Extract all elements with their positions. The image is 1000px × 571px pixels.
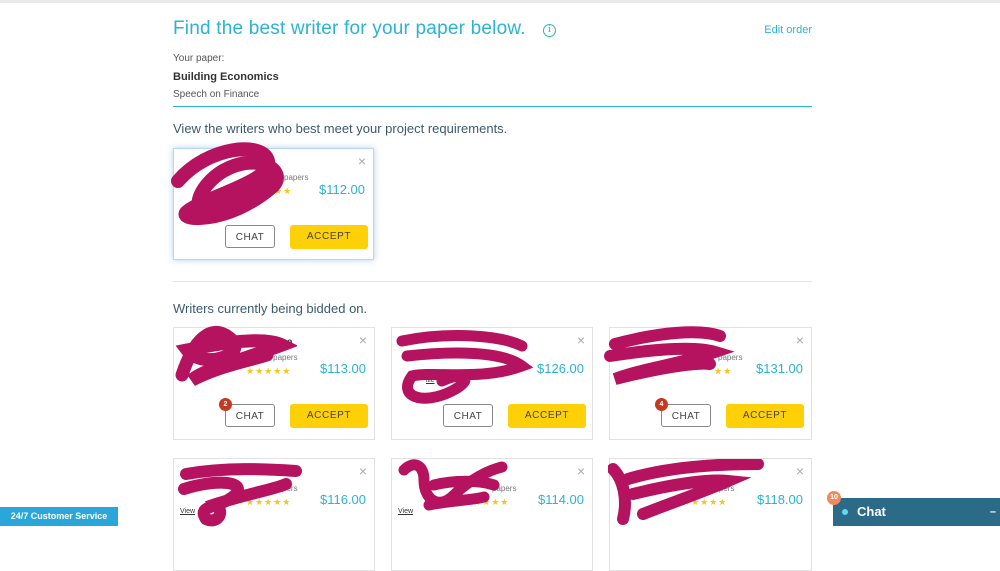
writer-card: × papers ★★ $131.00 CHAT 4 ACCEPT [604, 326, 812, 440]
info-icon[interactable]: i [543, 24, 556, 37]
edit-order-link[interactable]: Edit order [764, 24, 812, 36]
minimize-icon[interactable]: – [990, 498, 996, 526]
writer-name: r... [286, 468, 298, 479]
star-rating: ★★★★★ [246, 497, 292, 507]
paper-label: Your paper: [173, 53, 225, 64]
top-border [0, 0, 1000, 3]
writer-price: $126.00 [537, 361, 584, 376]
view-profile-link[interactable]: lile [426, 377, 435, 384]
chat-notification-badge: 2 [219, 398, 232, 411]
accept-button[interactable]: ACCEPT [290, 225, 368, 249]
close-icon[interactable]: × [358, 153, 366, 169]
redaction-scribble [396, 330, 534, 404]
redaction-scribble [608, 459, 764, 525]
writer-papers: ed papers [262, 484, 298, 493]
writer-card: × ine ed papers ★★★★★ $113.00 CHAT 2 ACC… [173, 325, 375, 440]
close-icon[interactable]: × [577, 463, 585, 479]
online-status-icon [842, 509, 848, 515]
paper-subtitle: Speech on Finance [173, 89, 260, 100]
chat-notification-badge: 4 [655, 398, 668, 411]
star-rating: ★★★★★ [682, 497, 728, 507]
writer-price: $112.00 [318, 182, 365, 197]
star-rating: ★★ [714, 366, 733, 376]
bidding-heading: Writers currently being bidded on. [173, 301, 368, 316]
chat-label: Chat [857, 504, 886, 519]
close-icon[interactable]: × [359, 463, 367, 479]
paper-title: Building Economics [173, 71, 279, 83]
writer-card: × lile $126.00 CHAT ACCEPT [391, 327, 593, 440]
chat-widget[interactable]: 10 Chat – [827, 491, 1000, 526]
writer-papers: papers [710, 484, 735, 493]
best-match-heading: View the writers who best meet your proj… [173, 121, 508, 136]
close-icon[interactable]: × [359, 332, 367, 348]
star-rating: ★★★★★ [464, 497, 510, 507]
writer-papers: papers [492, 484, 517, 493]
writer-card: × papers ★★★★★ $118.00 [608, 458, 812, 571]
close-icon[interactable]: × [577, 332, 585, 348]
section-divider [173, 281, 812, 282]
writer-price: $114.00 [537, 492, 584, 507]
chat-notification-count: 10 [827, 491, 841, 505]
accept-button[interactable]: ACCEPT [726, 404, 804, 428]
writer-papers: ed papers [262, 353, 298, 362]
divider-line [173, 106, 812, 107]
writer-price: $113.00 [319, 361, 366, 376]
writer-price: $131.00 [756, 361, 803, 376]
accept-button[interactable]: ACCEPT [508, 404, 586, 428]
chat-button[interactable]: CHAT [225, 225, 275, 248]
writer-card: × r... ed papers ★★★★★ View $116.00 [173, 458, 375, 571]
writer-card: × papers ★★★★★ View $114.00 [391, 458, 593, 571]
page-title: Find the best writer for your paper belo… [173, 18, 526, 39]
star-rating: ★★★★★ [246, 366, 292, 376]
redaction-scribble [604, 326, 735, 385]
writer-price: $116.00 [319, 492, 366, 507]
writer-name: ine [278, 337, 293, 348]
writer-papers: papers [284, 173, 309, 182]
featured-writer-card: × papers ★★ $112.00 CHAT ACCEPT [171, 142, 374, 260]
chat-button[interactable]: CHAT [661, 404, 711, 427]
writer-price: $118.00 [756, 492, 803, 507]
writer-papers: papers [718, 353, 743, 362]
customer-service-tab[interactable]: 24/7 Customer Service [0, 507, 118, 526]
chat-button[interactable]: CHAT [443, 404, 493, 427]
accept-button[interactable]: ACCEPT [290, 404, 368, 428]
view-profile-link[interactable]: View [398, 508, 413, 515]
chat-button[interactable]: CHAT [225, 404, 275, 427]
star-rating: ★★ [274, 186, 293, 196]
view-profile-link[interactable]: View [180, 508, 195, 515]
close-icon[interactable]: × [796, 332, 804, 348]
close-icon[interactable]: × [796, 463, 804, 479]
